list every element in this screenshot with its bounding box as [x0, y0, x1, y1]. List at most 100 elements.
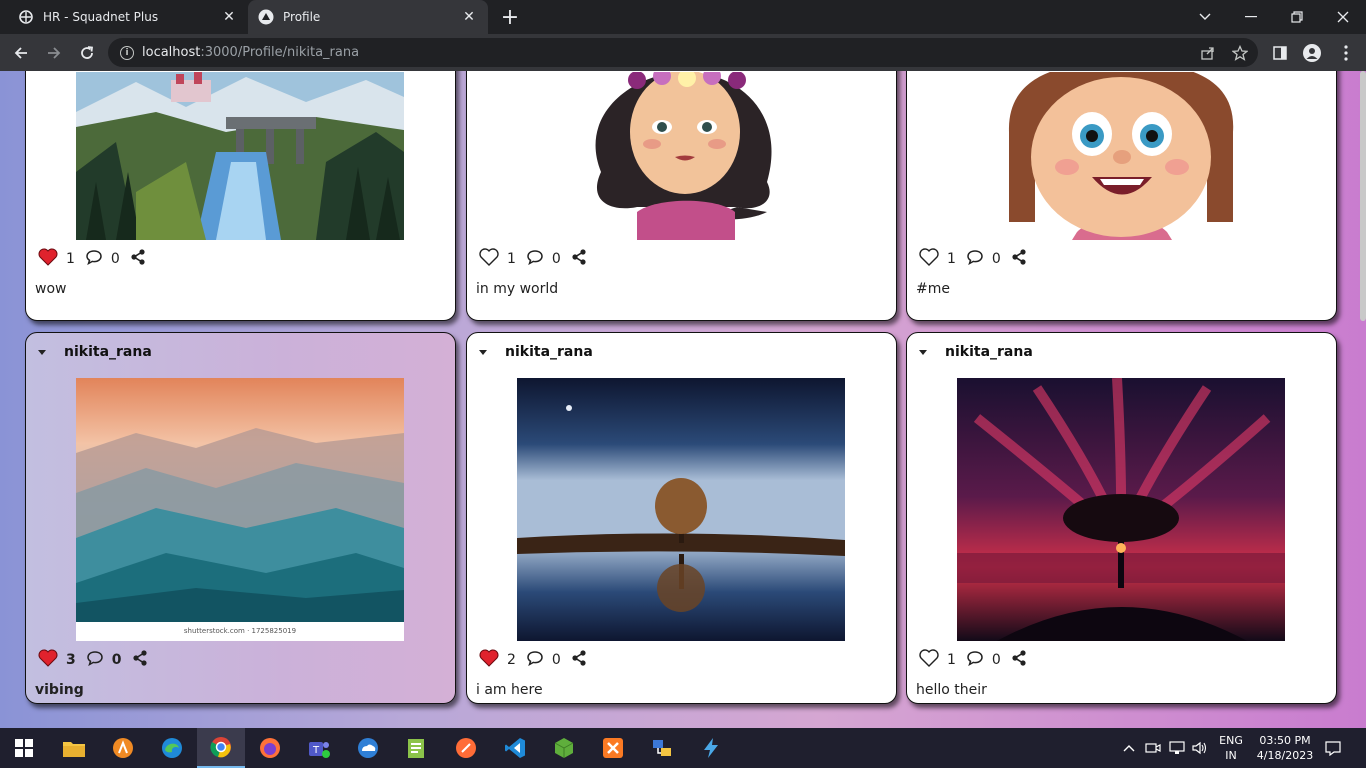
- comment-count: 0: [110, 251, 120, 267]
- post-image-smiling-girl[interactable]: [957, 72, 1285, 240]
- edge-browser-icon[interactable]: [148, 728, 196, 768]
- profile-avatar-icon[interactable]: [1300, 41, 1324, 65]
- bookmark-star-icon[interactable]: [1230, 43, 1250, 63]
- heart-filled-icon[interactable]: [479, 649, 499, 671]
- restore-button[interactable]: [1274, 0, 1320, 34]
- postman-icon[interactable]: [442, 728, 490, 768]
- tab-profile[interactable]: Profile ✕: [248, 0, 488, 34]
- scrollbar-thumb[interactable]: [1360, 71, 1366, 321]
- image-watermark: shutterstock.com · 1725825019: [183, 627, 297, 635]
- notepad-icon[interactable]: [393, 728, 441, 768]
- comment-icon[interactable]: [966, 249, 984, 269]
- tab-search-icon[interactable]: [1182, 0, 1228, 34]
- close-icon[interactable]: ✕: [460, 8, 478, 26]
- firefox-icon[interactable]: [246, 728, 294, 768]
- tab-title: HR - Squadnet Plus: [43, 10, 159, 24]
- close-window-button[interactable]: [1320, 0, 1366, 34]
- post-image-tree-red-sky[interactable]: [957, 378, 1285, 641]
- tab-strip: HR - Squadnet Plus ✕ Profile ✕ +: [0, 0, 1366, 34]
- comment-icon[interactable]: [526, 249, 544, 269]
- app-cloud-icon[interactable]: [344, 728, 392, 768]
- show-hidden-icons-chevron-icon[interactable]: [1120, 728, 1138, 768]
- lightning-app-icon[interactable]: [687, 728, 735, 768]
- network-app-icon[interactable]: [638, 728, 686, 768]
- meet-now-icon[interactable]: [1143, 728, 1163, 768]
- share-icon[interactable]: [1011, 249, 1027, 269]
- app-cube-icon[interactable]: [540, 728, 588, 768]
- language-code: ENG: [1219, 734, 1243, 747]
- browser-toolbar: i localhost:3000/Profile/nikita_rana: [0, 34, 1366, 71]
- caret-down-icon[interactable]: [919, 349, 927, 355]
- clock-date: 4/18/2023: [1256, 749, 1314, 762]
- comment-count: 0: [991, 251, 1001, 267]
- site-info-icon[interactable]: i: [120, 45, 134, 60]
- comment-icon[interactable]: [85, 249, 103, 269]
- close-icon[interactable]: ✕: [220, 8, 238, 26]
- vscode-icon[interactable]: [491, 728, 539, 768]
- notifications-icon[interactable]: [1320, 728, 1346, 768]
- file-explorer-icon[interactable]: [50, 728, 98, 768]
- post-card: nikita_rana 2 0 i am here: [466, 332, 897, 704]
- post-card: 1 0 #me: [906, 71, 1337, 321]
- caret-down-icon[interactable]: [38, 349, 46, 355]
- share-page-icon[interactable]: [1198, 43, 1218, 63]
- post-actions: 2 0: [479, 649, 587, 671]
- tab-hr-squadnet[interactable]: HR - Squadnet Plus ✕: [8, 0, 248, 34]
- post-image-cartoon-girl[interactable]: [517, 72, 845, 240]
- post-username[interactable]: nikita_rana: [505, 344, 593, 360]
- share-icon[interactable]: [571, 249, 587, 269]
- back-arrow-icon[interactable]: [6, 38, 36, 68]
- language-indicator[interactable]: ENG IN: [1214, 728, 1248, 768]
- post-header: nikita_rana: [467, 341, 593, 363]
- heart-filled-icon[interactable]: [38, 248, 58, 270]
- app-orange-icon[interactable]: [99, 728, 147, 768]
- teams-icon[interactable]: T: [295, 728, 343, 768]
- comment-icon[interactable]: [526, 650, 544, 670]
- share-icon[interactable]: [571, 650, 587, 670]
- page-scrollbar[interactable]: [1360, 71, 1366, 728]
- heart-filled-icon[interactable]: [38, 649, 58, 671]
- heart-outline-icon[interactable]: [919, 649, 939, 671]
- post-actions: 3 0: [38, 649, 148, 671]
- like-count: 3: [66, 652, 76, 668]
- volume-icon[interactable]: [1190, 728, 1210, 768]
- share-icon[interactable]: [132, 650, 148, 670]
- post-image-waterfall[interactable]: [76, 72, 404, 240]
- post-username[interactable]: nikita_rana: [64, 344, 152, 360]
- heart-outline-icon[interactable]: [479, 248, 499, 270]
- chrome-browser-icon[interactable]: [197, 728, 245, 768]
- forward-arrow-icon[interactable]: [39, 38, 69, 68]
- triangle-favicon-icon: [258, 9, 274, 25]
- minimize-button[interactable]: [1228, 0, 1274, 34]
- share-icon[interactable]: [1011, 650, 1027, 670]
- url-host: localhost: [142, 45, 201, 60]
- post-card: 1 0 in my world: [466, 71, 897, 321]
- new-tab-button[interactable]: +: [498, 5, 522, 30]
- comment-icon[interactable]: [966, 650, 984, 670]
- post-actions: 1 0: [479, 248, 587, 270]
- like-count: 1: [507, 251, 516, 267]
- more-menu-icon[interactable]: [1334, 41, 1358, 65]
- reload-icon[interactable]: [72, 38, 102, 68]
- comment-count: 0: [991, 652, 1001, 668]
- comment-count: 0: [111, 652, 122, 668]
- side-panel-icon[interactable]: [1268, 41, 1292, 65]
- comment-count: 0: [551, 251, 561, 267]
- post-image-tree-reflection[interactable]: [517, 378, 845, 641]
- post-header: nikita_rana: [26, 341, 152, 363]
- address-bar[interactable]: i localhost:3000/Profile/nikita_rana: [108, 38, 1258, 67]
- network-icon[interactable]: [1167, 728, 1187, 768]
- post-username[interactable]: nikita_rana: [945, 344, 1033, 360]
- heart-outline-icon[interactable]: [919, 248, 939, 270]
- post-header: nikita_rana: [907, 341, 1033, 363]
- post-card: nikita_rana shutterstock.com · 172582501…: [25, 332, 456, 704]
- post-caption: i am here: [476, 682, 543, 698]
- clock[interactable]: 03:50 PM 4/18/2023: [1252, 728, 1318, 768]
- share-icon[interactable]: [130, 249, 146, 269]
- windows-start-icon[interactable]: [0, 728, 48, 768]
- comment-icon[interactable]: [86, 650, 104, 670]
- xampp-icon[interactable]: [589, 728, 637, 768]
- caret-down-icon[interactable]: [479, 349, 487, 355]
- tab-title: Profile: [283, 10, 321, 24]
- post-image-misty-mountains[interactable]: shutterstock.com · 1725825019: [76, 378, 404, 641]
